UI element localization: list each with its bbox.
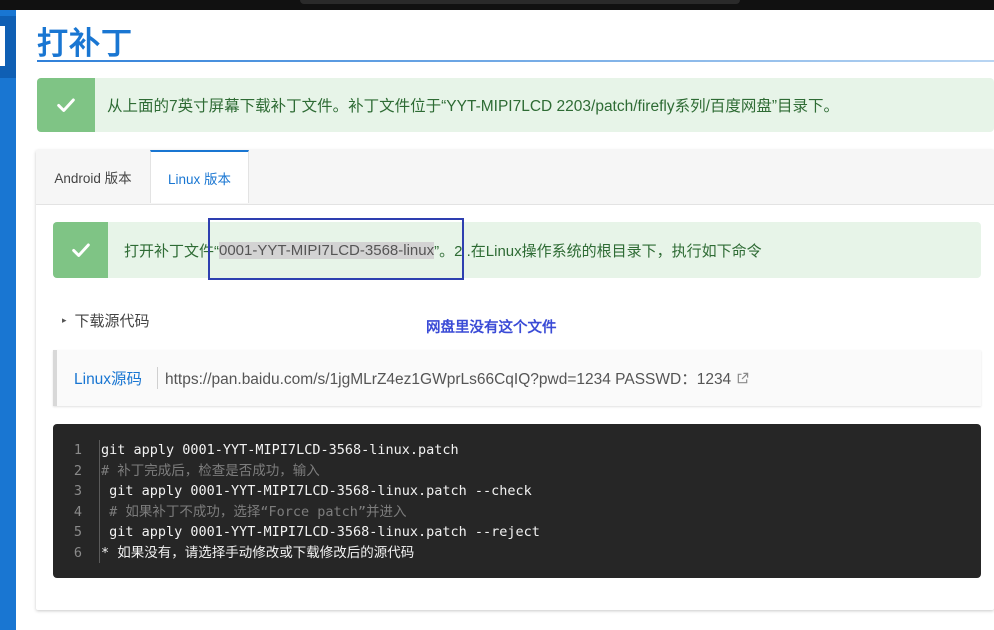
code-block: 1 2 3 4 5 6 git apply 0001-YYT-MIPI7LCD-… xyxy=(53,424,981,578)
tab-linux[interactable]: Linux 版本 xyxy=(150,150,249,203)
source-link-divider xyxy=(157,367,158,389)
code-line: * 如果没有，请选择手动修改或下载修改后的源代码 xyxy=(101,544,415,561)
external-link-icon[interactable] xyxy=(736,372,749,385)
source-link-label: Linux源码 xyxy=(74,371,143,388)
title-underline xyxy=(37,60,994,62)
patch-alert: 打开补丁文件“ 0001-YYT-MIPI7LCD-3568-linux ”。2 .… xyxy=(53,222,981,278)
code-line: git apply 0001-YYT-MIPI7LCD-3568-linux.p… xyxy=(101,442,459,458)
patch-text-after: ”。2 .在Linux操作系统的根目录下，执行如下命令 xyxy=(434,242,762,260)
tab-bar: Android 版本 Linux 版本 xyxy=(36,150,994,205)
caret-right-icon: ▸ xyxy=(62,315,67,325)
gutter-divider xyxy=(99,440,100,563)
line-number: 3 xyxy=(73,483,82,499)
highlight-box xyxy=(208,218,464,280)
line-number-gutter: 1 2 3 4 5 6 xyxy=(53,440,93,563)
line-number: 1 xyxy=(73,442,82,458)
sidebar-active-indicator xyxy=(0,26,5,66)
top-notch xyxy=(300,0,740,4)
download-source-summary[interactable]: ▸ 下载源代码 xyxy=(62,310,150,331)
tab-android[interactable]: Android 版本 xyxy=(36,150,150,204)
download-alert-text: 从上面的7英寸屏幕下载补丁文件。补丁文件位于“YYT-MIPI7LCD 2203… xyxy=(107,98,840,115)
code-line: git apply 0001-YYT-MIPI7LCD-3568-linux.p… xyxy=(101,483,532,499)
left-sidebar-edge xyxy=(0,10,16,630)
line-number: 5 xyxy=(73,524,82,540)
page-title: 打补丁 xyxy=(37,26,133,61)
check-icon xyxy=(53,222,108,278)
code-line: git apply 0001-YYT-MIPI7LCD-3568-linux.p… xyxy=(101,524,540,540)
line-number: 4 xyxy=(73,503,82,520)
code-comment-line: # 如果补丁不成功，选择“Force patch”并进入 xyxy=(101,503,407,520)
browser-top-bar xyxy=(0,0,994,10)
check-icon xyxy=(37,78,95,132)
annotation-note: 网盘里没有这个文件 xyxy=(426,320,557,336)
main-content: 打补丁 从上面的7英寸屏幕下载补丁文件。补丁文件位于“YYT-MIPI7LCD … xyxy=(16,10,994,630)
source-link-box: Linux源码 https://pan.baidu.com/s/1jgMLrZ4… xyxy=(53,350,981,406)
code-comment-line: # 补丁完成后，检查是否成功，输入 xyxy=(101,462,320,479)
source-link-url[interactable]: https://pan.baidu.com/s/1jgMLrZ4ez1GWprL… xyxy=(165,350,749,406)
download-alert: 从上面的7英寸屏幕下载补丁文件。补丁文件位于“YYT-MIPI7LCD 2203… xyxy=(37,78,994,132)
version-tabs-card: Android 版本 Linux 版本 打开补丁文件“ 0001-YYT-MIPI… xyxy=(36,150,994,610)
line-number: 6 xyxy=(73,544,82,561)
line-number: 2 xyxy=(73,462,82,479)
summary-label: 下载源代码 xyxy=(74,313,150,330)
code-lines: git apply 0001-YYT-MIPI7LCD-3568-linux.p… xyxy=(101,440,540,563)
source-link-url-text[interactable]: https://pan.baidu.com/s/1jgMLrZ4ez1GWprL… xyxy=(165,367,731,389)
patch-text-before: 打开补丁文件“ xyxy=(124,242,219,260)
